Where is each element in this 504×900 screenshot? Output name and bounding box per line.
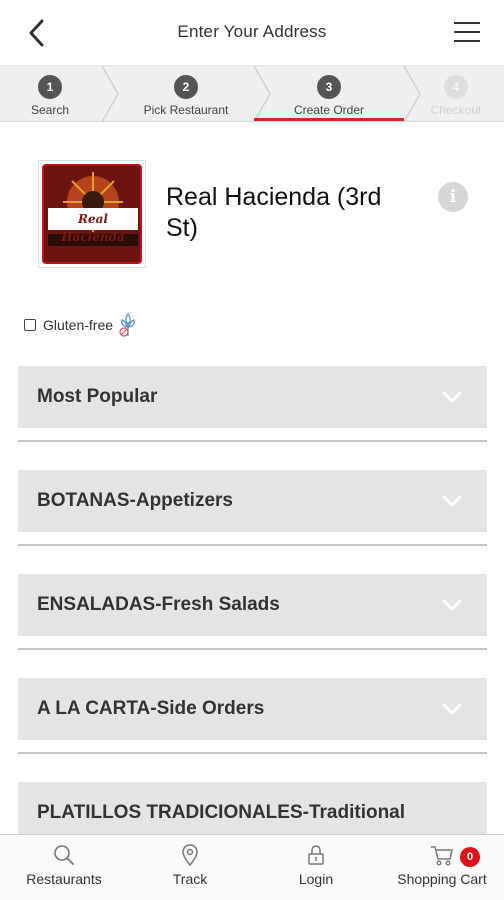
step-create-order[interactable]: 3 Create Order (254, 66, 404, 121)
nav-label: Restaurants (26, 871, 102, 887)
nav-label: Track (172, 871, 208, 887)
step-number: 3 (317, 75, 341, 99)
nav-track[interactable]: Track (150, 835, 230, 900)
search-icon (54, 845, 74, 865)
step-separator-icon (403, 66, 421, 122)
nav-login[interactable]: Login (276, 835, 356, 900)
category-most-popular[interactable]: Most Popular (18, 366, 487, 428)
cart-icon (431, 846, 453, 866)
gluten-free-wheat-icon (119, 312, 135, 337)
logo-text: Real Hacienda (61, 212, 125, 244)
step-label: Search (30, 103, 70, 117)
menu-icon (454, 22, 480, 24)
category-label: BOTANAS-Appetizers (37, 490, 233, 511)
nav-label: Login (298, 871, 334, 887)
step-number: 2 (174, 75, 198, 99)
info-icon[interactable]: i (438, 182, 468, 212)
chevron-down-icon (442, 391, 462, 403)
divider (18, 648, 487, 650)
divider (18, 752, 487, 754)
divider (18, 544, 487, 546)
category-label: A LA CARTA-Side Orders (37, 698, 265, 719)
progress-steps: 1 Search 2 Pick Restaurant 3 Create Orde… (0, 66, 504, 122)
app-header: Enter Your Address (0, 0, 504, 66)
step-search[interactable]: 1 Search (0, 66, 100, 120)
nav-restaurants[interactable]: Restaurants (14, 835, 114, 900)
location-pin-icon (182, 844, 198, 867)
chevron-down-icon (442, 599, 462, 611)
bottom-navigation: Restaurants Track Login Shopping Cart 0 (0, 834, 504, 900)
cart-count-badge: 0 (460, 847, 480, 867)
nav-label: Shopping Cart (397, 871, 487, 887)
nav-shopping-cart[interactable]: Shopping Cart 0 (390, 835, 494, 900)
gluten-free-checkbox[interactable] (24, 319, 36, 331)
restaurant-name: Real Hacienda (3rd St) (166, 183, 382, 242)
chevron-down-icon (442, 495, 462, 507)
active-step-indicator (254, 118, 404, 121)
step-label: Checkout (430, 103, 482, 117)
category-a-la-carta[interactable]: A LA CARTA-Side Orders (18, 678, 487, 740)
step-separator-icon (101, 66, 119, 122)
divider (18, 440, 487, 442)
step-number: 1 (38, 75, 62, 99)
category-label: ENSALADAS-Fresh Salads (37, 594, 280, 615)
gluten-free-filter[interactable]: Gluten-free (24, 312, 139, 337)
lock-icon (308, 845, 324, 865)
step-checkout: 4 Checkout (420, 66, 492, 120)
chevron-down-icon (442, 703, 462, 715)
hamburger-menu-button[interactable] (454, 22, 482, 44)
step-label: Create Order (293, 103, 365, 117)
category-label: Most Popular (37, 386, 158, 407)
gluten-free-label: Gluten-free (43, 317, 114, 333)
category-botanas[interactable]: BOTANAS-Appetizers (18, 470, 487, 532)
step-label: Pick Restaurant (143, 103, 229, 117)
step-pick-restaurant[interactable]: 2 Pick Restaurant (118, 66, 254, 120)
step-number: 4 (444, 75, 468, 99)
category-ensaladas[interactable]: ENSALADAS-Fresh Salads (18, 574, 487, 636)
page-title: Enter Your Address (177, 22, 327, 41)
restaurant-logo: Real Hacienda (38, 160, 146, 268)
